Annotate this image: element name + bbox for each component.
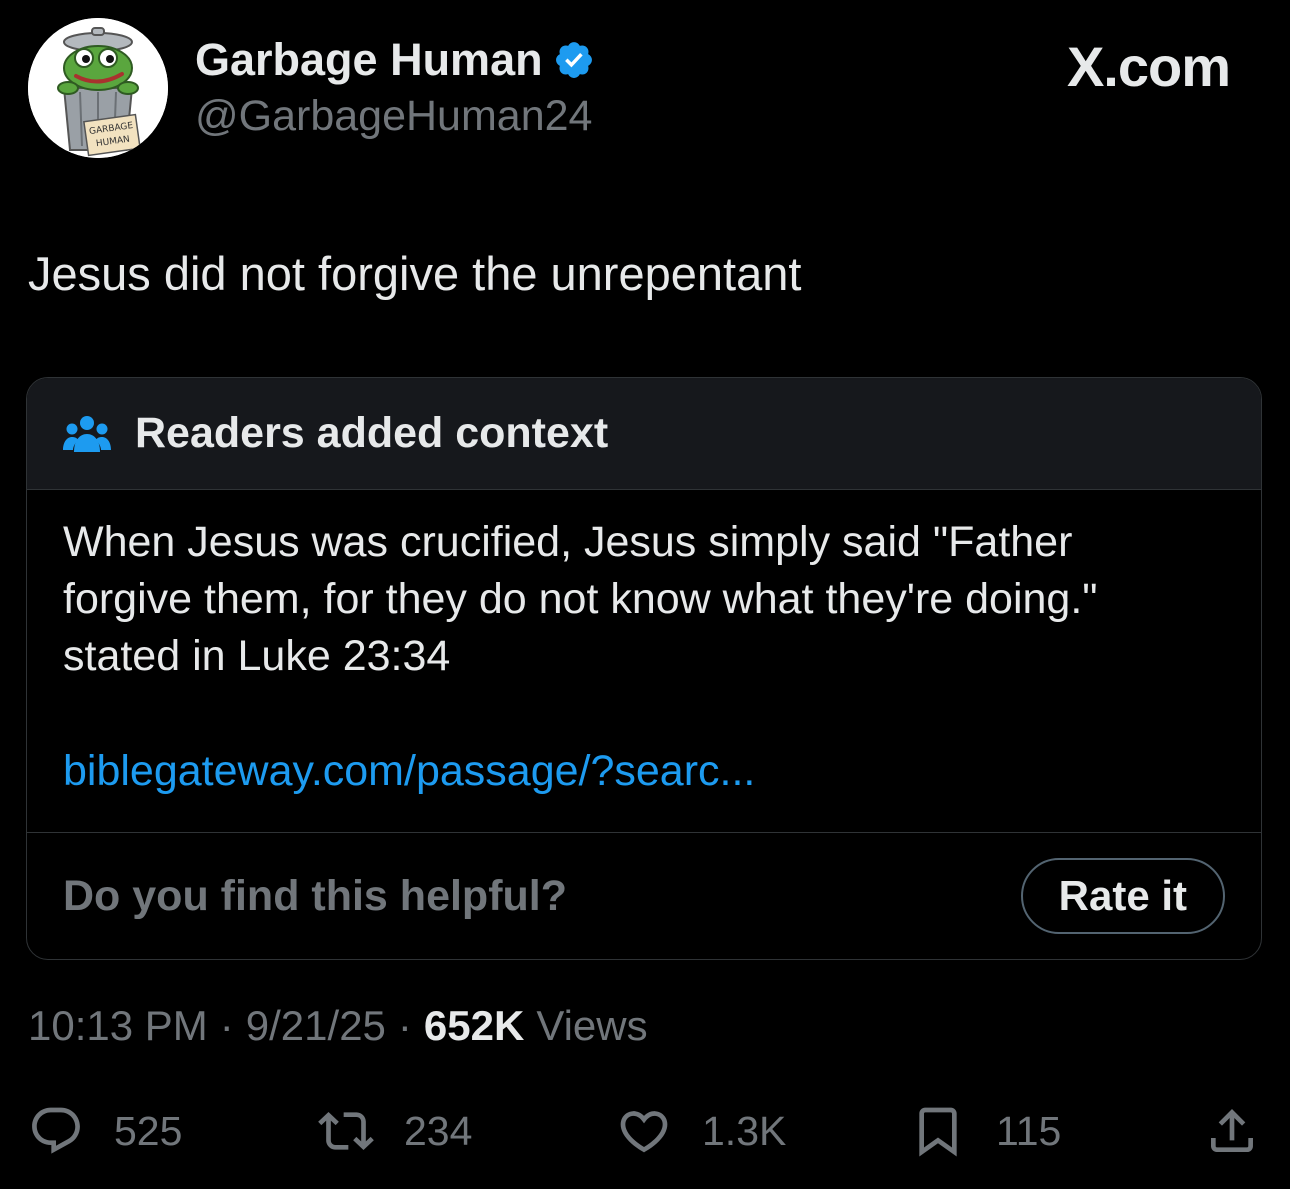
- display-name[interactable]: Garbage Human: [195, 32, 543, 88]
- share-button[interactable]: [1204, 1096, 1260, 1166]
- avatar-image: GARBAGE HUMAN: [28, 18, 168, 158]
- tweet-time[interactable]: 10:13 PM: [28, 1000, 208, 1052]
- note-title: Readers added context: [135, 409, 609, 457]
- site-label: X.com: [1066, 35, 1231, 98]
- avatar[interactable]: GARBAGE HUMAN: [28, 18, 168, 158]
- rate-it-button[interactable]: Rate it: [1020, 858, 1225, 934]
- action-bar: 525 234 1.3K 115: [28, 1096, 1262, 1166]
- bookmark-count: 115: [996, 1107, 1062, 1154]
- meta-separator: ·: [219, 1002, 234, 1049]
- community-note: Readers added context When Jesus was cru…: [26, 377, 1262, 960]
- like-button[interactable]: 1.3K: [616, 1096, 786, 1166]
- views-label: Views: [536, 1002, 648, 1049]
- reply-count: 525: [114, 1107, 183, 1154]
- bookmark-icon: [919, 1107, 957, 1157]
- verified-badge-icon[interactable]: [553, 39, 595, 81]
- tweet-text: Jesus did not forgive the unrepentant: [28, 247, 802, 300]
- note-source-link[interactable]: biblegateway.com/passage/?searc...: [63, 743, 1225, 800]
- note-header[interactable]: Readers added context: [27, 378, 1261, 490]
- repost-icon: [318, 1112, 374, 1150]
- tweet-meta: 10:13 PM · 9/21/25 · 652K Views: [28, 1000, 648, 1052]
- like-count: 1.3K: [702, 1107, 787, 1154]
- display-name-row: Garbage Human: [195, 32, 595, 88]
- repost-count: 234: [404, 1107, 473, 1154]
- people-icon: [63, 415, 111, 452]
- reply-icon: [32, 1107, 80, 1154]
- tweet-date[interactable]: 9/21/25: [246, 1000, 386, 1052]
- tweet-header: GARBAGE HUMAN Garbage Human @GarbageHuma…: [28, 18, 1262, 158]
- meta-separator: ·: [397, 1002, 412, 1049]
- reply-button[interactable]: 525: [28, 1096, 182, 1166]
- note-body: When Jesus was crucified, Jesus simply s…: [27, 490, 1261, 833]
- author-info: Garbage Human @GarbageHuman24: [195, 32, 595, 144]
- views-count: 652K: [423, 1002, 525, 1049]
- bookmark-button[interactable]: 115: [910, 1096, 1061, 1166]
- note-text: When Jesus was crucified, Jesus simply s…: [63, 518, 1098, 680]
- handle[interactable]: @GarbageHuman24: [195, 88, 595, 144]
- share-icon: [1211, 1109, 1253, 1152]
- note-footer: Do you find this helpful? Rate it: [27, 833, 1261, 959]
- helpful-prompt: Do you find this helpful?: [63, 871, 567, 920]
- like-icon: [620, 1111, 668, 1153]
- repost-button[interactable]: 234: [318, 1096, 472, 1166]
